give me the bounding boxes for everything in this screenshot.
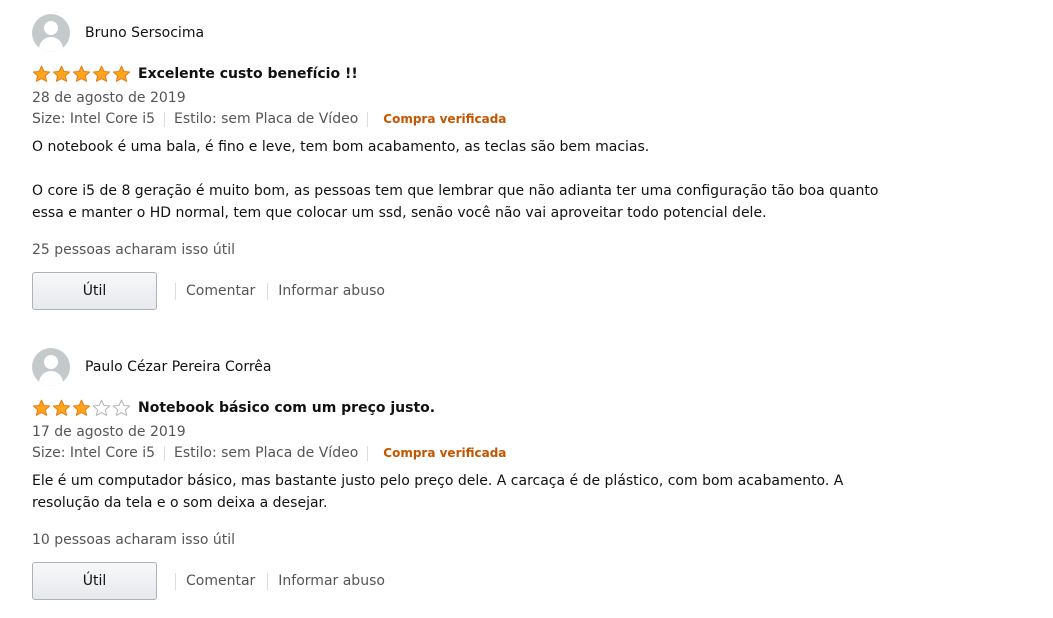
review: Paulo Cézar Pereira Corrêa Notebook bási… — [32, 348, 1032, 600]
divider — [164, 111, 165, 127]
divider — [164, 445, 165, 461]
reviewer-name[interactable]: Bruno Sersocima — [85, 25, 204, 41]
review: Bruno Sersocima Excelente custo benefíci… — [32, 14, 1032, 310]
star-filled-icon — [72, 399, 91, 416]
review-title[interactable]: Excelente custo benefício !! — [138, 66, 358, 82]
helpful-button[interactable]: Útil — [32, 562, 157, 600]
format-size[interactable]: Size: Intel Core i5 — [32, 111, 155, 127]
star-filled-icon — [32, 65, 51, 82]
reviewer-profile[interactable]: Bruno Sersocima — [32, 14, 1032, 52]
comment-link[interactable]: Comentar — [186, 573, 255, 589]
star-empty-icon — [92, 399, 111, 416]
format-style[interactable]: Estilo: sem Placa de Vídeo — [174, 445, 358, 461]
divider — [367, 445, 369, 461]
review-date: 28 de agosto de 2019 — [32, 90, 186, 106]
divider — [267, 572, 269, 590]
report-abuse-link[interactable]: Informar abuso — [278, 283, 385, 299]
star-filled-icon — [52, 399, 71, 416]
verified-purchase-badge[interactable]: Compra verificada — [383, 446, 506, 460]
review-date: 17 de agosto de 2019 — [32, 424, 186, 440]
star-empty-icon — [112, 399, 131, 416]
helpful-button[interactable]: Útil — [32, 272, 157, 310]
star-filled-icon — [32, 399, 51, 416]
divider — [367, 111, 369, 127]
report-abuse-link[interactable]: Informar abuso — [278, 573, 385, 589]
avatar-icon — [32, 14, 70, 52]
divider — [267, 282, 269, 300]
format-size[interactable]: Size: Intel Core i5 — [32, 445, 155, 461]
format-style[interactable]: Estilo: sem Placa de Vídeo — [174, 111, 358, 127]
helpful-count: 10 pessoas acharam isso útil — [32, 532, 236, 548]
comment-link[interactable]: Comentar — [186, 283, 255, 299]
star-filled-icon — [72, 65, 91, 82]
product-format: Size: Intel Core i5 Estilo: sem Placa de… — [32, 442, 1032, 464]
star-filled-icon — [92, 65, 111, 82]
divider — [175, 572, 176, 590]
avatar-icon — [32, 348, 70, 386]
product-format: Size: Intel Core i5 Estilo: sem Placa de… — [32, 108, 1032, 130]
divider — [175, 282, 176, 300]
review-body: O notebook é uma bala, é fino e leve, te… — [32, 139, 879, 221]
reviewer-name[interactable]: Paulo Cézar Pereira Corrêa — [85, 359, 271, 375]
star-rating[interactable] — [32, 399, 132, 417]
star-filled-icon — [112, 65, 131, 82]
helpful-count: 25 pessoas acharam isso útil — [32, 242, 236, 258]
reviewer-profile[interactable]: Paulo Cézar Pereira Corrêa — [32, 348, 1032, 386]
review-title[interactable]: Notebook básico com um preço justo. — [138, 400, 435, 416]
star-filled-icon — [52, 65, 71, 82]
verified-purchase-badge[interactable]: Compra verificada — [383, 112, 506, 126]
star-rating[interactable] — [32, 65, 132, 83]
review-body: Ele é um computador básico, mas bastante… — [32, 473, 844, 511]
